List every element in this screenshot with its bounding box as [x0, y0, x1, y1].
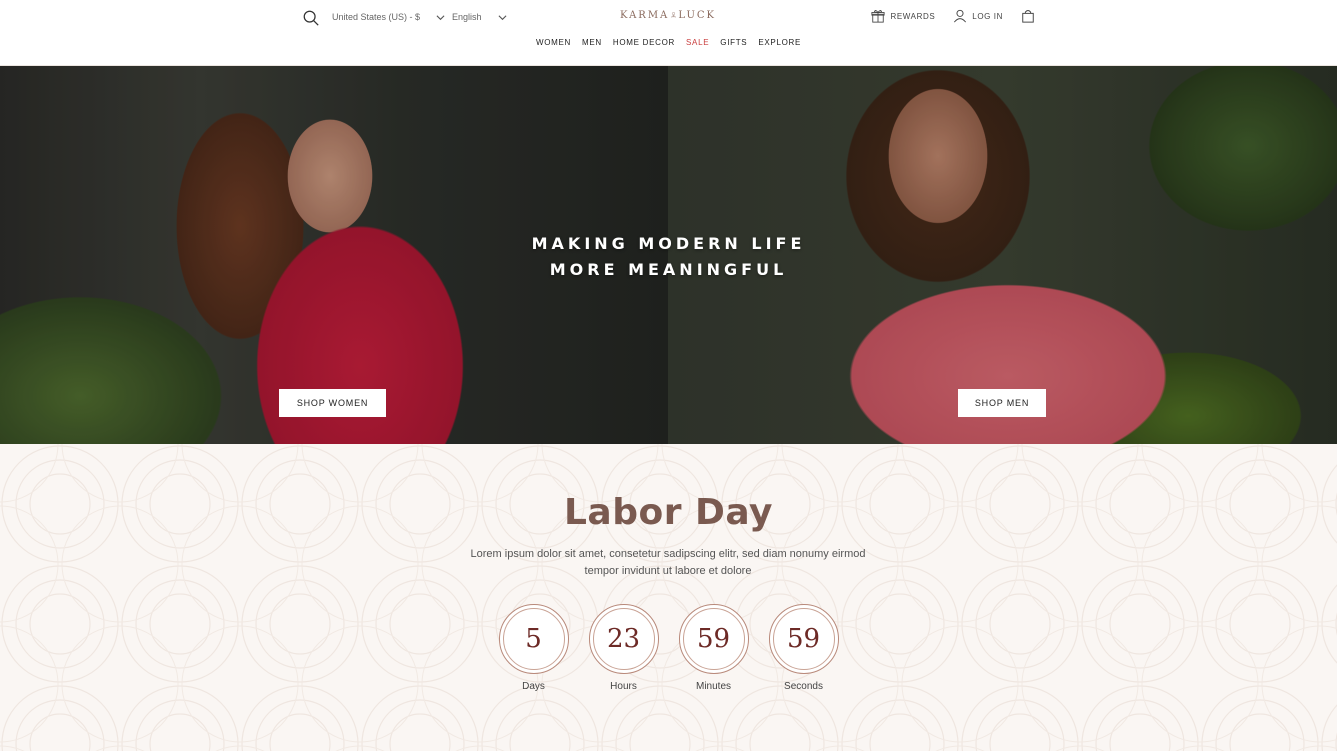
countdown-label: Hours [610, 681, 637, 692]
countdown-circle: 23 [588, 604, 659, 674]
countdown-hours: 23 Hours [588, 604, 659, 692]
shopping-bag-icon [1022, 10, 1034, 23]
search-icon[interactable] [302, 9, 320, 27]
countdown-label: Minutes [695, 681, 731, 692]
countdown-value: 5 [502, 608, 565, 670]
lotus-logo-icon [671, 12, 677, 18]
chevron-down-icon [436, 14, 445, 20]
hero-banner: MAKING MODERN LIFE MORE MEANINGFUL SHOP … [0, 66, 1337, 444]
promo-section: Labor Day Lorem ipsum dolor sit amet, co… [0, 444, 1337, 751]
main-nav: WOMEN MEN HOME DECOR SALE GIFTS EXPLORE [0, 36, 1337, 49]
site-logo[interactable]: KARMA LUCK [620, 3, 716, 27]
promo-title: Labor Day [563, 492, 774, 533]
region-label: United States (US) - $ [332, 12, 421, 22]
countdown-value: 23 [592, 608, 655, 670]
language-label: English [452, 12, 482, 22]
shop-women-button[interactable]: SHOP WOMEN [279, 389, 386, 417]
countdown-days: 5 Days [498, 604, 569, 692]
countdown-value: 59 [682, 608, 745, 670]
nav-women[interactable]: WOMEN [536, 36, 571, 49]
gift-icon [871, 10, 886, 23]
nav-sale[interactable]: SALE [686, 36, 709, 49]
hero-title-line1: MAKING MODERN LIFE [531, 234, 806, 253]
language-selector[interactable]: English [452, 12, 507, 22]
hero-title-line2: MORE MEANINGFUL [549, 260, 788, 279]
countdown-circle: 59 [768, 604, 839, 674]
logo-text-right: LUCK [678, 9, 716, 21]
background-pattern [0, 444, 1337, 751]
countdown-circle: 59 [678, 604, 749, 674]
countdown-minutes: 59 Minutes [678, 604, 749, 692]
chevron-down-icon [498, 14, 507, 20]
countdown-circle: 5 [498, 604, 569, 674]
countdown-value: 59 [772, 608, 835, 670]
cart-button[interactable] [1021, 9, 1035, 23]
countdown-label: Seconds [784, 681, 823, 692]
promo-description: Lorem ipsum dolor sit amet, consetetur s… [470, 548, 866, 577]
region-selector[interactable]: United States (US) - $ [332, 12, 445, 22]
countdown-seconds: 59 Seconds [768, 604, 839, 692]
shop-men-button[interactable]: SHOP MEN [958, 389, 1046, 417]
site-header: United States (US) - $ English KARMA LUC… [0, 0, 1337, 66]
logo-text-left: KARMA [620, 9, 670, 21]
user-icon [954, 9, 967, 23]
login-label: LOG IN [972, 11, 1003, 21]
hero-title: MAKING MODERN LIFE MORE MEANINGFUL [0, 231, 1337, 283]
rewards-link[interactable]: REWARDS [871, 9, 935, 23]
nav-home-decor[interactable]: HOME DECOR [613, 36, 675, 49]
header-actions: REWARDS LOG IN [871, 9, 1035, 23]
rewards-label: REWARDS [890, 11, 936, 21]
nav-men[interactable]: MEN [582, 36, 602, 49]
countdown-timer: 5 Days 23 Hours 59 Minutes 59 Seconds [0, 604, 1337, 692]
nav-explore[interactable]: EXPLORE [758, 36, 801, 49]
nav-gifts[interactable]: GIFTS [720, 36, 747, 49]
login-link[interactable]: LOG IN [953, 9, 1003, 23]
countdown-label: Days [522, 681, 545, 692]
